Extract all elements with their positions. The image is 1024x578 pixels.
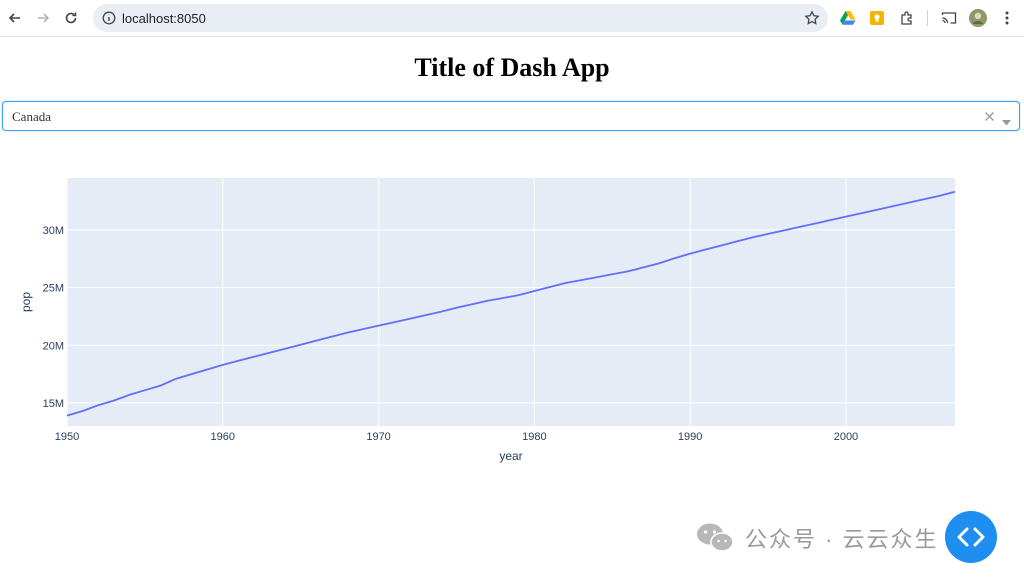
extensions-puzzle-icon[interactable]: [898, 9, 916, 27]
x-tick-label: 1980: [522, 431, 546, 443]
watermark: 公众号 · 云云众生: [695, 520, 939, 556]
x-axis-label: year: [499, 449, 522, 463]
site-info-icon[interactable]: [102, 11, 116, 30]
forward-icon[interactable]: [31, 6, 55, 30]
address-bar[interactable]: localhost:8050: [93, 4, 828, 32]
wechat-icon: [697, 523, 734, 552]
reload-icon[interactable]: [59, 6, 83, 30]
drive-extension-icon[interactable]: [839, 9, 857, 27]
profile-avatar-icon[interactable]: [969, 9, 987, 27]
population-line-chart: 1950 1960 1970 1980 1990 2000 15M 20M 25M 30M yea…: [19, 178, 956, 463]
back-icon[interactable]: [3, 6, 27, 30]
keep-extension-icon[interactable]: [868, 9, 886, 27]
x-tick-label: 1970: [366, 431, 390, 443]
cast-icon[interactable]: [940, 9, 958, 27]
watermark-text: 公众号 · 云云众生: [745, 527, 939, 552]
x-tick-label: 2000: [834, 431, 858, 443]
y-tick-label: 20M: [43, 340, 64, 352]
y-tick-label: 30M: [43, 225, 64, 237]
bookmark-star-icon[interactable]: [804, 10, 820, 31]
dropdown-selected-value: Canada: [12, 109, 51, 124]
x-tick-label: 1950: [55, 431, 79, 443]
browser-toolbar: localhost:8050: [0, 0, 1024, 37]
url-text[interactable]: localhost:8050: [122, 11, 206, 26]
toolbar-divider: [927, 10, 928, 26]
x-tick-label: 1960: [211, 431, 235, 443]
country-dropdown[interactable]: Canada: [2, 101, 1020, 131]
chevron-down-icon[interactable]: [1002, 113, 1011, 131]
clear-icon[interactable]: [984, 109, 995, 127]
browser-menu-icon[interactable]: [998, 9, 1016, 27]
plot-background: [67, 178, 955, 426]
code-brackets-icon: [957, 527, 985, 547]
page-title: Title of Dash App: [414, 53, 610, 82]
dash-debug-button[interactable]: [945, 511, 997, 563]
y-tick-label: 15M: [43, 398, 64, 410]
y-tick-label: 25M: [43, 283, 64, 295]
y-axis-label: pop: [19, 292, 33, 312]
x-tick-label: 1990: [678, 431, 702, 443]
